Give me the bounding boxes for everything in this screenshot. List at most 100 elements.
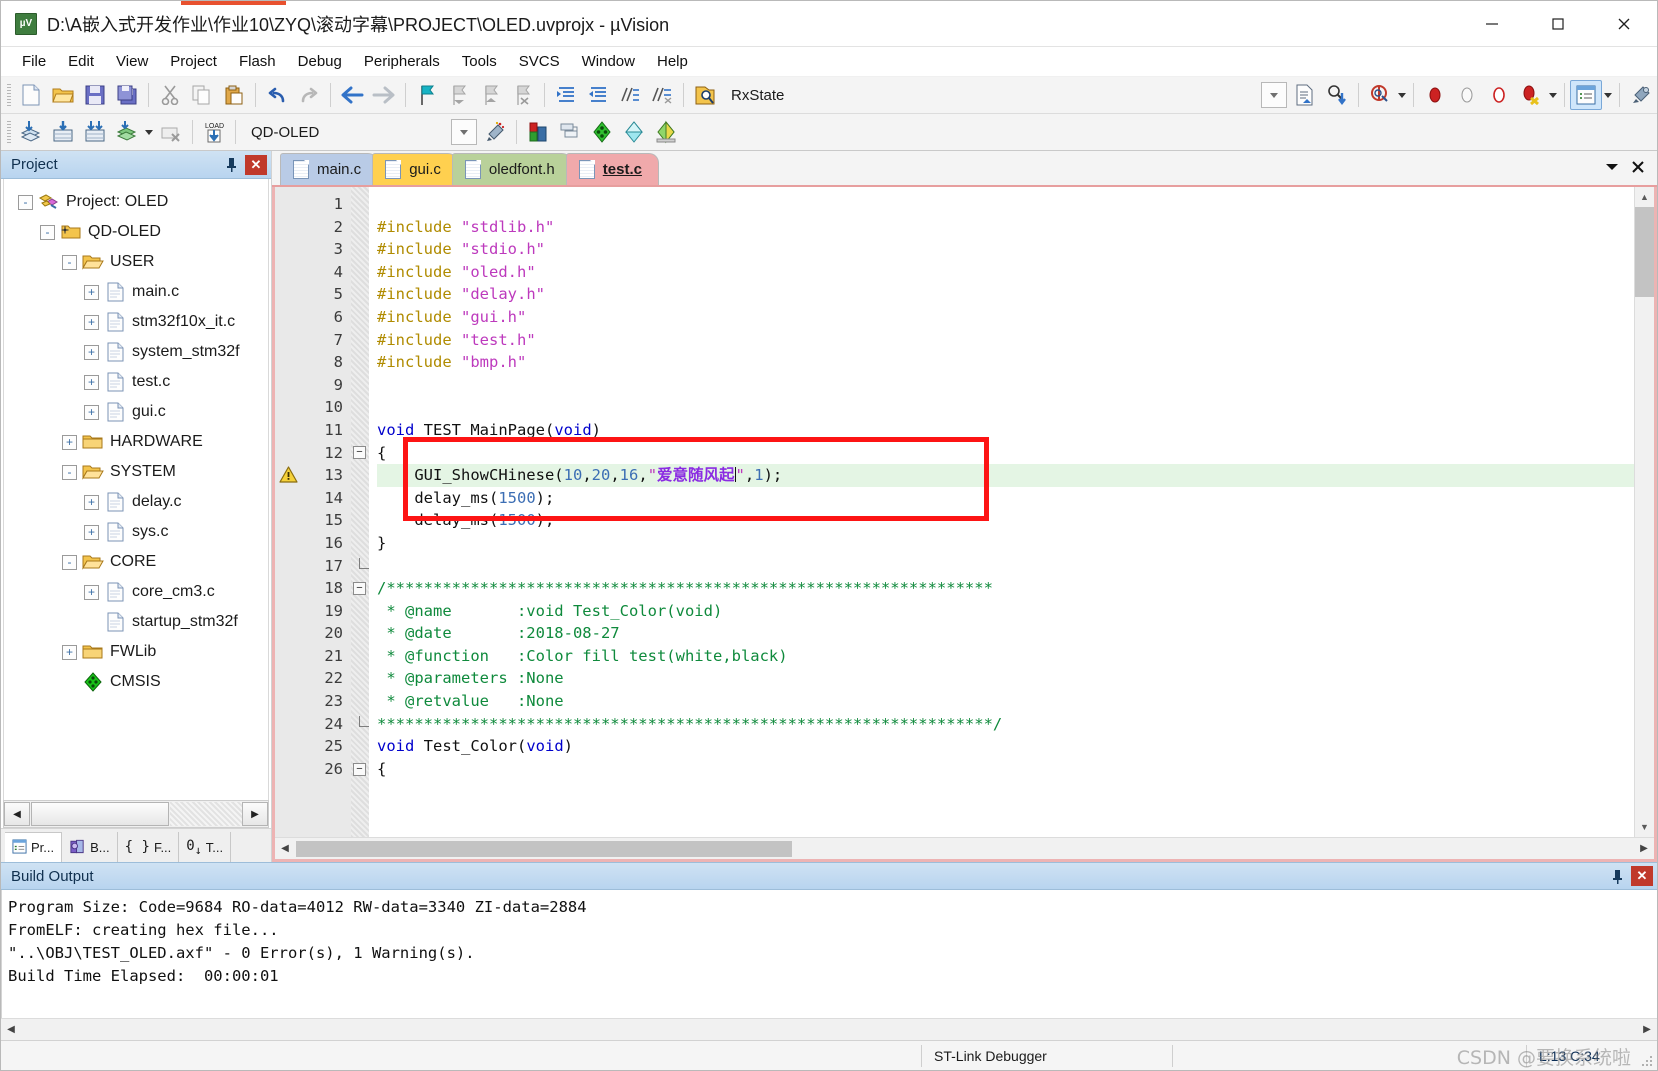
target-dropdown-icon[interactable]: [451, 119, 477, 145]
hscroll-right-arrow[interactable]: ▶: [242, 802, 268, 826]
menu-peripherals[interactable]: Peripherals: [353, 49, 451, 74]
tree-item-main-c[interactable]: + main.c: [4, 277, 268, 307]
tree-item-startup-stm32f[interactable]: startup_stm32f: [4, 607, 268, 637]
collapse-toggle-icon[interactable]: -: [62, 464, 77, 480]
tree-item-sys-c[interactable]: + sys.c: [4, 517, 268, 547]
code-line[interactable]: ****************************************…: [377, 713, 1654, 736]
bookmark-prev-icon[interactable]: [443, 80, 475, 110]
menu-file[interactable]: File: [11, 49, 57, 74]
tree-item-test-c[interactable]: + test.c: [4, 367, 268, 397]
hscroll-right-arrow[interactable]: ▶: [1637, 1024, 1657, 1035]
breakpoint-disable-all-icon[interactable]: [1483, 80, 1515, 110]
fold-collapse-icon[interactable]: −: [351, 758, 369, 781]
close-project-pane-icon[interactable]: ✕: [245, 154, 267, 175]
editor-marker-gutter[interactable]: [275, 187, 301, 837]
code-line[interactable]: #include "gui.h": [377, 306, 1654, 329]
editor-tab-oledfont-h[interactable]: oledfont.h: [451, 153, 572, 185]
combo-dropdown-icon[interactable]: [1261, 82, 1287, 108]
translate-icon[interactable]: [15, 117, 47, 147]
build-icon[interactable]: [47, 117, 79, 147]
pane-tab-templates[interactable]: 0↓ T...: [179, 832, 232, 862]
target-options-icon[interactable]: [479, 117, 511, 147]
manage-project-items-icon[interactable]: [522, 117, 554, 147]
tree-item-gui-c[interactable]: + gui.c: [4, 397, 268, 427]
batch-build-icon[interactable]: [111, 117, 143, 147]
code-line[interactable]: GUI_ShowCHinese(10,20,16,"爱意随风起",1);: [377, 464, 1654, 487]
new-file-icon[interactable]: [15, 80, 47, 110]
pane-tab-books[interactable]: B...: [62, 832, 118, 862]
code-line[interactable]: }: [377, 532, 1654, 555]
fold-collapse-icon[interactable]: −: [351, 442, 369, 465]
menu-flash[interactable]: Flash: [228, 49, 287, 74]
expand-toggle-icon[interactable]: +: [84, 344, 99, 360]
paste-icon[interactable]: [218, 80, 250, 110]
editor-tab-main-c[interactable]: main.c: [280, 153, 379, 185]
hscroll-thumb[interactable]: [21, 1021, 1637, 1038]
hscroll-thumb[interactable]: [31, 802, 169, 826]
copy-icon[interactable]: [186, 80, 218, 110]
tree-item-delay-c[interactable]: + delay.c: [4, 487, 268, 517]
stop-build-icon[interactable]: [155, 117, 187, 147]
code-line[interactable]: [377, 555, 1654, 578]
hscroll-thumb[interactable]: [296, 840, 792, 857]
code-line[interactable]: * @date :2018-08-27: [377, 622, 1654, 645]
download-icon[interactable]: LOAD: [198, 117, 230, 147]
menu-edit[interactable]: Edit: [57, 49, 105, 74]
bookmark-toggle-icon[interactable]: [411, 80, 443, 110]
code-line[interactable]: * @name :void Test_Color(void): [377, 600, 1654, 623]
breakpoint-disable-icon[interactable]: [1451, 80, 1483, 110]
bookmark-clear-icon[interactable]: [507, 80, 539, 110]
code-line[interactable]: void TEST_MainPage(void): [377, 419, 1654, 442]
target-selector[interactable]: QD-OLED: [241, 119, 451, 145]
bookmark-next-icon[interactable]: [475, 80, 507, 110]
fold-collapse-icon[interactable]: −: [351, 577, 369, 600]
code-line[interactable]: void Test_Color(void): [377, 735, 1654, 758]
editor-tab-test-c[interactable]: test.c: [565, 153, 659, 185]
code-line[interactable]: #include "bmp.h": [377, 351, 1654, 374]
tree-item-core[interactable]: - CORE: [4, 547, 268, 577]
code-line[interactable]: /***************************************…: [377, 577, 1654, 600]
pack-installer-icon[interactable]: [586, 117, 618, 147]
tree-item-system-stm32f[interactable]: + system_stm32f: [4, 337, 268, 367]
maximize-icon[interactable]: [1525, 1, 1591, 47]
editor-vscrollbar[interactable]: ▲ ▼: [1634, 187, 1654, 837]
toolbar-grip[interactable]: [7, 121, 11, 143]
menu-tools[interactable]: Tools: [451, 49, 508, 74]
code-line[interactable]: {: [377, 442, 1654, 465]
pin-icon[interactable]: [221, 155, 241, 175]
vscroll-down-arrow[interactable]: ▼: [1635, 817, 1654, 837]
save-icon[interactable]: [79, 80, 111, 110]
batch-build-dropdown-icon[interactable]: [143, 117, 155, 147]
manage-multi-project-icon[interactable]: [554, 117, 586, 147]
code-line[interactable]: [377, 374, 1654, 397]
code-line[interactable]: delay_ms(1500);: [377, 509, 1654, 532]
expand-toggle-icon[interactable]: +: [84, 494, 99, 510]
insert-file-icon[interactable]: [1289, 80, 1321, 110]
hscroll-left-arrow[interactable]: ◀: [1, 1024, 21, 1035]
project-tree-hscrollbar[interactable]: ◀ ▶: [3, 800, 269, 828]
pin-icon[interactable]: [1607, 866, 1627, 886]
editor-fold-column[interactable]: − − −: [351, 187, 369, 837]
redo-icon[interactable]: [293, 80, 325, 110]
project-window-icon[interactable]: [1570, 80, 1602, 110]
editor-hscrollbar[interactable]: ◀ ▶: [275, 837, 1654, 859]
find-in-files-icon[interactable]: [689, 80, 721, 110]
build-output-hscrollbar[interactable]: ◀ ▶: [1, 1018, 1657, 1040]
menu-help[interactable]: Help: [646, 49, 699, 74]
save-all-icon[interactable]: [111, 80, 143, 110]
vscroll-track[interactable]: [1635, 297, 1654, 817]
comment-icon[interactable]: [614, 80, 646, 110]
menu-project[interactable]: Project: [159, 49, 228, 74]
hscroll-track[interactable]: [793, 838, 1634, 860]
search-input[interactable]: RxState: [721, 87, 794, 104]
tree-item-core-cm3-c[interactable]: + core_cm3.c: [4, 577, 268, 607]
code-line[interactable]: delay_ms(1500);: [377, 487, 1654, 510]
debug-start-icon[interactable]: [1364, 80, 1396, 110]
project-window-dropdown-icon[interactable]: [1602, 80, 1614, 110]
hscroll-left-arrow[interactable]: ◀: [275, 843, 295, 854]
code-line[interactable]: #include "delay.h": [377, 283, 1654, 306]
expand-toggle-icon[interactable]: +: [84, 584, 99, 600]
pane-tab-project[interactable]: Pr...: [5, 832, 63, 862]
project-tree[interactable]: - Project: OLED - QD-OLED - USER + main.c + stm32…: [3, 179, 269, 800]
tree-item-cmsis[interactable]: CMSIS: [4, 667, 268, 697]
